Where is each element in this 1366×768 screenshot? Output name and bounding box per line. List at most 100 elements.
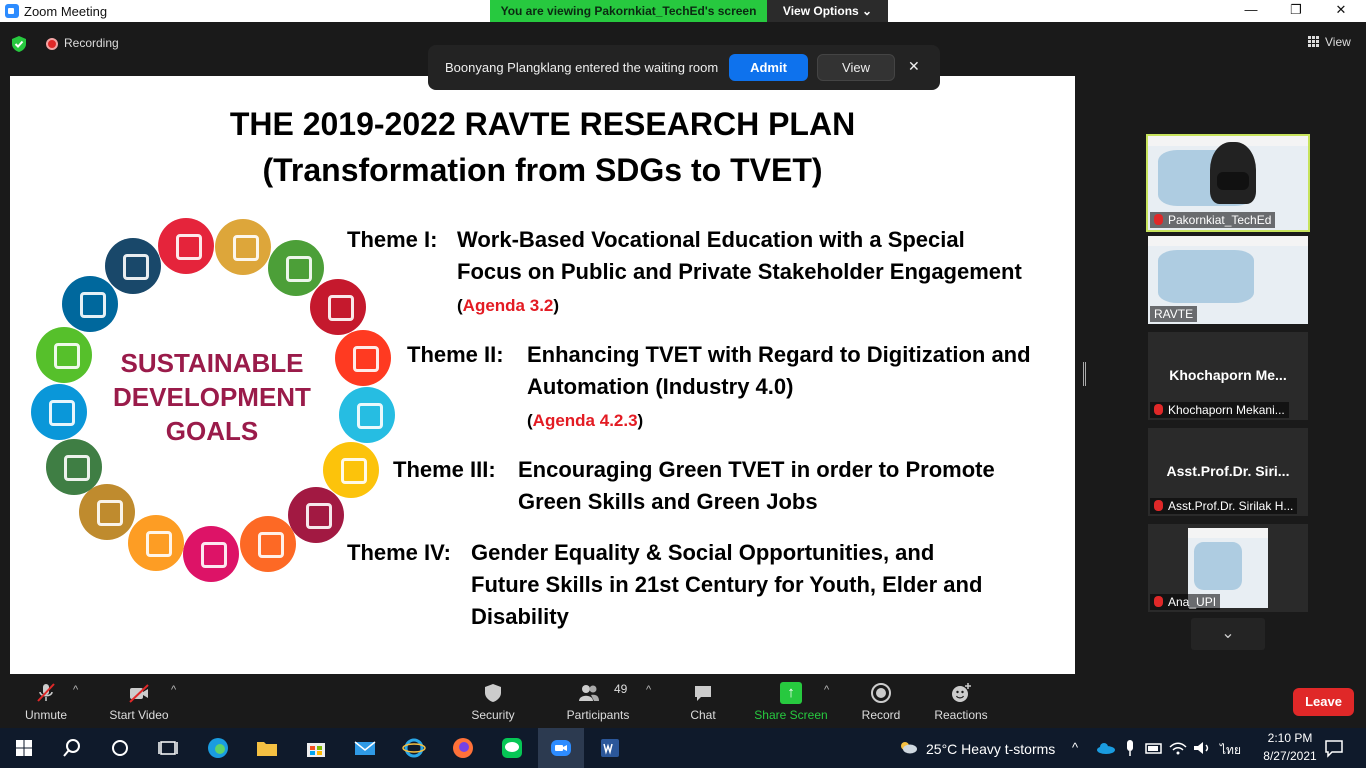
restore-button[interactable]: ❐	[1281, 2, 1311, 20]
agenda-ref: Agenda 3.2	[462, 296, 554, 315]
sdg-goal-icon	[309, 278, 366, 335]
unmute-button[interactable]: Unmute	[15, 676, 77, 728]
sdg-goal-icon	[288, 486, 345, 543]
participant-tile[interactable]: Ana_UPI	[1148, 524, 1308, 612]
battery-icon[interactable]	[1142, 736, 1166, 760]
waiting-room-view-button[interactable]: View	[817, 54, 895, 81]
clock-time[interactable]: 2:10 PM	[1260, 731, 1320, 745]
admit-button[interactable]: Admit	[729, 54, 808, 81]
theme-line: Enhancing TVET with Regard to Digitizati…	[527, 342, 1031, 367]
start-video-button[interactable]: Start Video	[104, 676, 174, 728]
notification-center-icon[interactable]	[1322, 736, 1346, 760]
clock-date[interactable]: 8/27/2021	[1255, 749, 1325, 763]
theme-line: Focus on Public and Private Stakeholder …	[457, 259, 1022, 284]
share-screen-label: Share Screen	[754, 708, 828, 722]
participant-name: Pakornkiat_TechEd	[1168, 213, 1272, 227]
security-label: Security	[471, 708, 515, 722]
windows-taskbar: 25°C Heavy t-storms ^ ไทย 2:10 PM 8/27/2…	[0, 728, 1366, 768]
sdg-label-line: DEVELOPMENT	[113, 382, 311, 412]
sdg-goal-icon	[62, 276, 119, 333]
minimize-button[interactable]: —	[1236, 2, 1266, 20]
reaction-emoji-icon	[952, 683, 971, 702]
mic-muted-icon	[37, 683, 55, 702]
participants-label: Participants	[566, 708, 630, 722]
search-icon[interactable]	[60, 736, 84, 760]
theme-label: Theme III:	[393, 457, 496, 482]
windows-start-icon[interactable]	[12, 736, 36, 760]
word-app-icon[interactable]	[598, 736, 622, 760]
view-menu-button[interactable]: View	[1308, 35, 1351, 49]
sdg-goal-icon	[79, 484, 136, 541]
view-options-button[interactable]: View Options ⌄	[767, 0, 888, 22]
record-label: Record	[861, 708, 901, 722]
sdg-goal-icon	[339, 386, 396, 443]
participant-count-badge: 49	[614, 682, 628, 696]
security-button[interactable]: Security	[462, 676, 524, 728]
file-explorer-icon[interactable]	[255, 736, 279, 760]
input-language-indicator[interactable]: ไทย	[1220, 741, 1241, 760]
participant-name: Ana_UPI	[1168, 595, 1217, 609]
grid-icon	[1308, 36, 1319, 47]
encryption-shield-icon[interactable]	[10, 35, 28, 53]
microsoft-store-icon[interactable]	[304, 736, 328, 760]
participant-tile[interactable]: RAVTE	[1148, 236, 1308, 324]
chat-button[interactable]: Chat	[680, 676, 726, 728]
onedrive-icon[interactable]	[1094, 736, 1118, 760]
participants-caret-icon[interactable]: ^	[646, 684, 651, 696]
participant-name: Khochaporn Mekani...	[1168, 403, 1285, 417]
tray-expand-icon[interactable]: ^	[1072, 740, 1078, 755]
internet-explorer-icon[interactable]	[402, 736, 426, 760]
more-participants-chevron-icon[interactable]: ⌄	[1191, 618, 1265, 650]
volume-icon[interactable]	[1190, 736, 1214, 760]
participant-tile[interactable]: Asst.Prof.Dr. Siri... Asst.Prof.Dr. Siri…	[1148, 428, 1308, 516]
participant-name-label: Khochaporn Mekani...	[1150, 402, 1289, 418]
participant-name-label: Ana_UPI	[1150, 594, 1221, 610]
record-button[interactable]: Record	[855, 676, 907, 728]
panel-resize-handle[interactable]	[1083, 362, 1086, 386]
wifi-icon[interactable]	[1166, 736, 1190, 760]
cortana-icon[interactable]	[108, 736, 132, 760]
meeting-controls-toolbar: Unmute ^ Start Video ^ Security 49 Parti…	[0, 676, 1366, 728]
microphone-tray-icon[interactable]	[1118, 736, 1142, 760]
participant-tile-active-speaker[interactable]: Pakornkiat_TechEd	[1146, 134, 1310, 232]
zoom-taskbar-active[interactable]	[538, 728, 584, 768]
participants-button[interactable]: 49 Participants	[562, 676, 634, 728]
sdg-goal-icon	[36, 327, 93, 384]
participant-display-name: Asst.Prof.Dr. Siri...	[1166, 463, 1290, 479]
leave-meeting-button[interactable]: Leave	[1293, 688, 1354, 716]
security-shield-icon	[485, 684, 501, 702]
theme-label: Theme I:	[347, 227, 438, 252]
video-options-caret-icon[interactable]: ^	[171, 684, 176, 696]
view-label: View	[1325, 35, 1351, 49]
participants-icon	[579, 685, 600, 701]
zoom-logo-icon	[5, 4, 19, 18]
close-notification-icon[interactable]: ✕	[908, 58, 920, 75]
audio-options-caret-icon[interactable]: ^	[73, 684, 78, 696]
participant-name: Asst.Prof.Dr. Sirilak H...	[1168, 499, 1294, 513]
slide-title: THE 2019-2022 RAVTE RESEARCH PLAN	[229, 106, 856, 142]
firefox-icon[interactable]	[451, 736, 475, 760]
reactions-label: Reactions	[934, 708, 988, 722]
share-options-caret-icon[interactable]: ^	[824, 684, 829, 696]
sdg-goal-icon	[267, 240, 324, 297]
sdg-goal-icon	[127, 514, 184, 571]
viewing-banner-text: You are viewing Pakornkiat_TechEd's scre…	[490, 0, 767, 22]
waiting-room-message: Boonyang Plangklang entered the waiting …	[445, 60, 719, 75]
line-app-icon[interactable]	[500, 736, 524, 760]
edge-browser-icon[interactable]	[206, 736, 230, 760]
close-window-button[interactable]: ✕	[1326, 2, 1356, 20]
chat-bubble-icon	[695, 686, 711, 701]
share-screen-button[interactable]: Share Screen	[752, 676, 830, 728]
task-view-icon[interactable]	[156, 736, 180, 760]
screen-share-banner: You are viewing Pakornkiat_TechEd's scre…	[490, 0, 888, 22]
theme-line: Encouraging Green TVET in order to Promo…	[518, 457, 995, 482]
reactions-button[interactable]: Reactions	[930, 676, 992, 728]
weather-text[interactable]: 25°C Heavy t-storms	[926, 741, 1055, 757]
sdg-label-line: SUSTAINABLE	[120, 348, 304, 378]
theme-1-agenda: (Agenda 3.2)	[457, 296, 560, 315]
mail-icon[interactable]	[353, 736, 377, 760]
chat-label: Chat	[690, 708, 716, 722]
participant-tile[interactable]: Khochaporn Me... Khochaporn Mekani...	[1148, 332, 1308, 420]
start-video-label: Start Video	[109, 708, 169, 722]
sdg-label-line: GOALS	[165, 416, 259, 446]
